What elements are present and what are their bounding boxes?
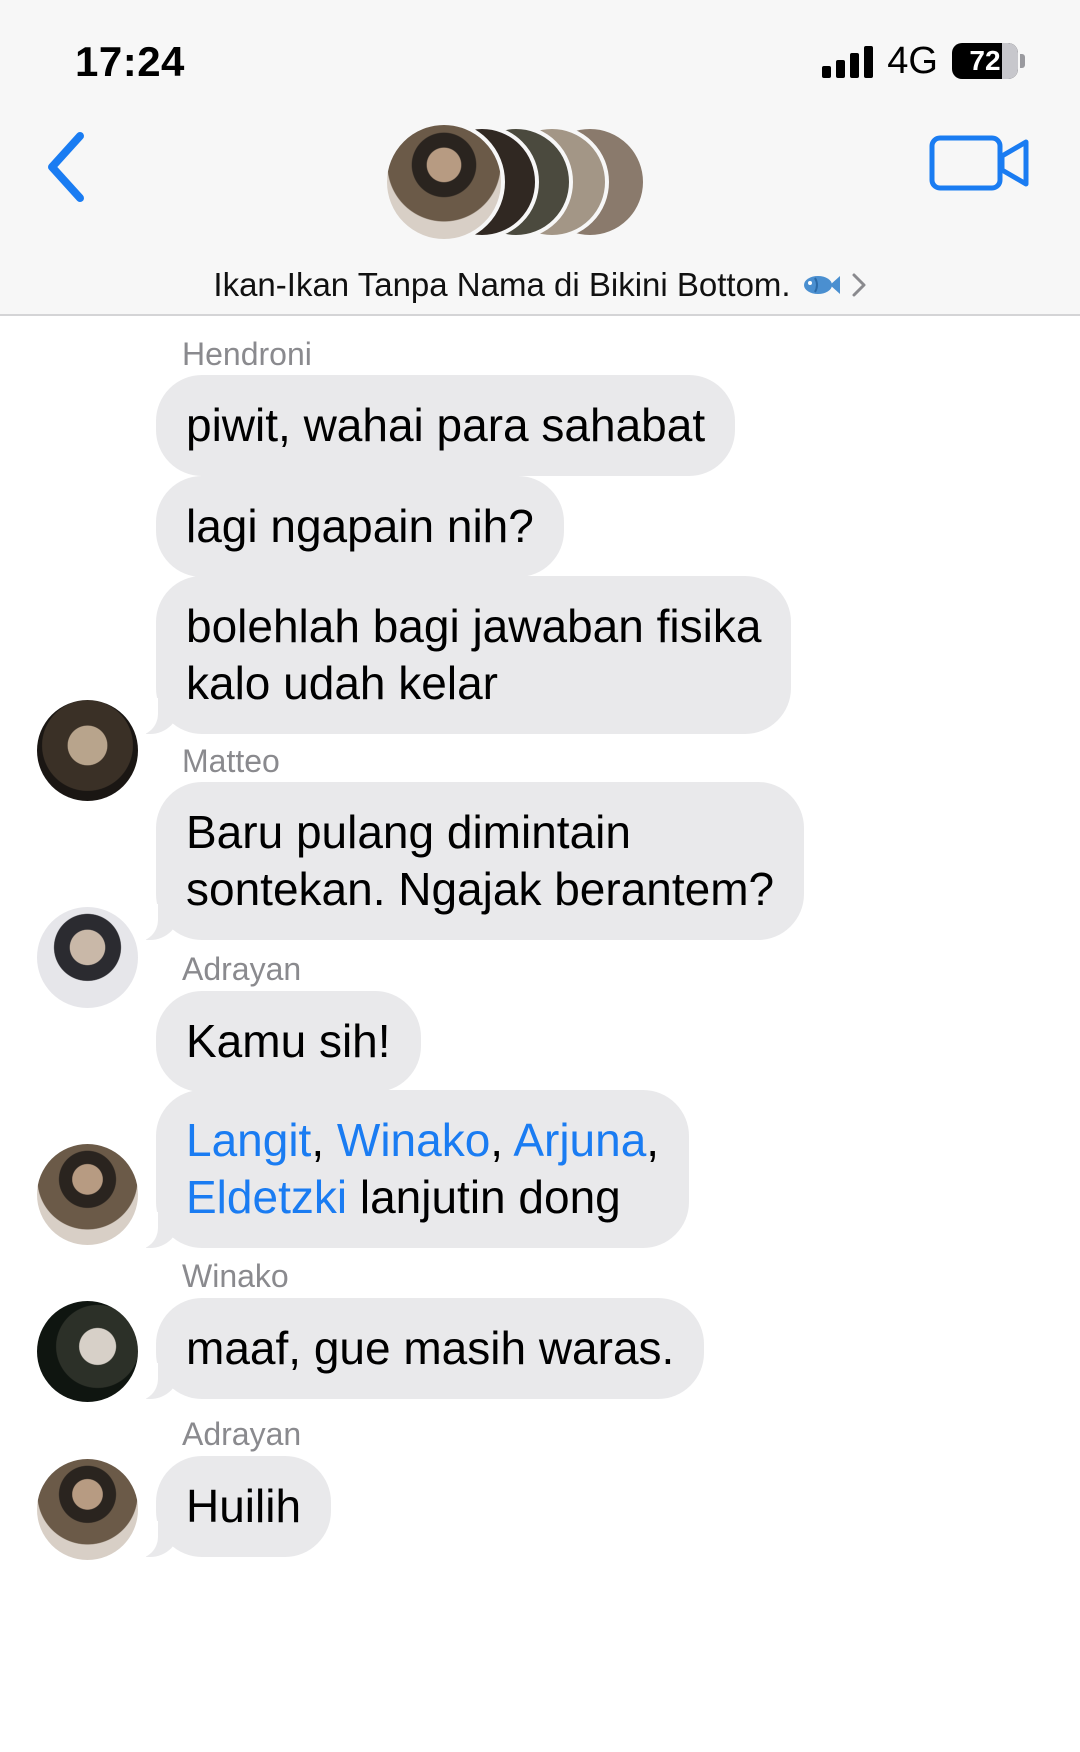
- group-avatar-stack[interactable]: [383, 117, 693, 247]
- message-bubble[interactable]: Kamu sih!: [156, 991, 421, 1092]
- avatar[interactable]: [37, 907, 138, 1008]
- chat-header: 17:24 4G 72 Ikan-Ikan Tanpa Nama di Biki…: [0, 0, 1080, 316]
- separator: ,: [646, 1114, 660, 1166]
- message-text-line: kalo udah kelar: [186, 657, 498, 709]
- mention-link[interactable]: Arjuna: [513, 1114, 646, 1166]
- avatar[interactable]: [37, 1301, 138, 1402]
- message-text: maaf, gue masih waras.: [186, 1322, 675, 1374]
- group-name: Ikan-Ikan Tanpa Nama di Bikini Bottom.: [213, 266, 791, 303]
- video-call-button[interactable]: [928, 134, 1032, 192]
- sender-name: Hendroni: [182, 336, 312, 372]
- fish-icon: [803, 276, 840, 294]
- message-bubble[interactable]: bolehlah bagi jawaban fisika kalo udah k…: [133, 576, 792, 736]
- message-bubble[interactable]: piwit, wahai para sahabat: [156, 375, 736, 476]
- message-text: lanjutin dong: [359, 1171, 621, 1223]
- sender-name: Matteo: [182, 743, 280, 779]
- battery-icon: 72: [952, 43, 1025, 79]
- message-text-line: Eldetzki lanjutin dong: [186, 1169, 659, 1226]
- message-text: Kamu sih!: [186, 1015, 391, 1067]
- sender-name: Winako: [182, 1258, 289, 1294]
- mention-link[interactable]: Langit: [186, 1114, 311, 1166]
- message-bubble[interactable]: Baru pulang dimintain sontekan. Ngajak b…: [133, 782, 805, 942]
- message-bubble[interactable]: lagi ngapain nih?: [156, 476, 564, 577]
- video-camera-icon: [929, 135, 1029, 191]
- cellular-signal-icon: [822, 44, 874, 78]
- message-text: Huilih: [186, 1480, 302, 1532]
- message-text-line: sontekan. Ngajak berantem?: [186, 863, 775, 915]
- mention-link[interactable]: Eldetzki: [186, 1171, 347, 1223]
- mention-link[interactable]: Winako: [337, 1114, 490, 1166]
- message-text-line: Baru pulang dimintain: [186, 806, 631, 858]
- status-indicators: 4G 72: [822, 40, 1025, 82]
- chevron-right-icon: [852, 273, 866, 297]
- avatar[interactable]: [37, 1459, 138, 1560]
- message-bubble[interactable]: maaf, gue masih waras.: [133, 1298, 705, 1401]
- group-member-avatar: [383, 121, 505, 243]
- back-button[interactable]: [42, 130, 92, 204]
- avatar[interactable]: [37, 1144, 138, 1245]
- message-text: piwit, wahai para sahabat: [186, 399, 706, 451]
- status-time: 17:24: [75, 38, 185, 85]
- message-bubble[interactable]: Huilih: [133, 1456, 332, 1559]
- chevron-left-icon: [48, 132, 84, 202]
- group-info-button[interactable]: Ikan-Ikan Tanpa Nama di Bikini Bottom.: [0, 262, 1080, 308]
- battery-percent: 72: [969, 45, 1001, 76]
- message-list[interactable]: Hendroni piwit, wahai para sahabat lagi …: [0, 318, 1080, 1752]
- message-text: lagi ngapain nih?: [186, 500, 534, 552]
- network-type: 4G: [887, 39, 938, 82]
- separator: ,: [490, 1114, 504, 1166]
- sender-name: Adrayan: [182, 951, 302, 987]
- sender-name: Adrayan: [182, 1416, 302, 1452]
- message-bubble[interactable]: Langit, Winako, Arjuna, Eldetzki lanjuti…: [133, 1090, 690, 1250]
- message-text-line: bolehlah bagi jawaban fisika: [186, 600, 762, 652]
- separator: ,: [311, 1114, 325, 1166]
- avatar[interactable]: [37, 700, 138, 801]
- message-text-line: Langit, Winako, Arjuna,: [186, 1112, 659, 1169]
